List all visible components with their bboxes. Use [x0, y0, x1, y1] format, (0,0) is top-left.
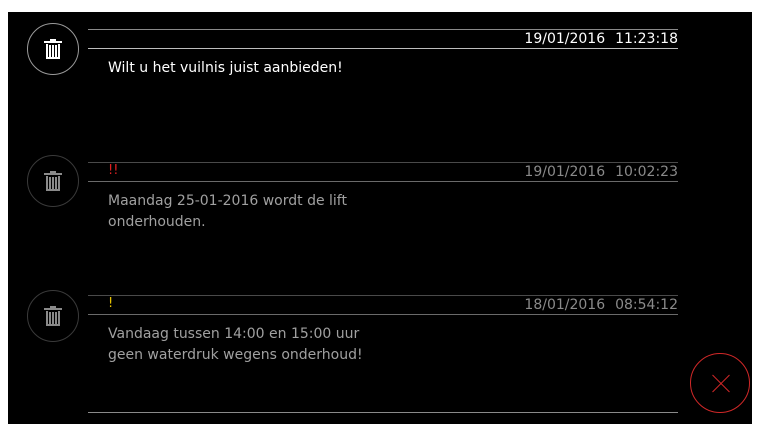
- message-item-1: 19/01/2016 11:23:18 Wilt u het vuilnis ju…: [8, 12, 752, 142]
- message-screen: 19/01/2016 11:23:18 Wilt u het vuilnis ju…: [8, 12, 752, 424]
- priority-indicator: !!: [108, 163, 119, 178]
- divider: [88, 181, 678, 182]
- message-text: Wilt u het vuilnis juist aanbieden!: [108, 58, 428, 79]
- message-text-line: Vandaag tussen 14:00 en 15:00 uur: [108, 326, 360, 342]
- message-date: 19/01/2016: [524, 31, 606, 47]
- message-text: Vandaag tussen 14:00 en 15:00 uur geen w…: [108, 324, 428, 366]
- trash-icon: [44, 306, 62, 326]
- message-text-line: geen waterdruk wegens onderhoud!: [108, 347, 363, 363]
- divider: [88, 48, 678, 49]
- message-item-2: !! 19/01/2016 10:02:23 Maandag 25-01-2016…: [8, 145, 752, 275]
- delete-message-3-button[interactable]: [27, 290, 79, 342]
- trash-icon: [44, 39, 62, 59]
- priority-indicator: !: [108, 296, 114, 311]
- message-timestamp: 18/01/2016 08:54:12: [524, 296, 678, 314]
- trash-icon: [44, 171, 62, 191]
- message-timestamp: 19/01/2016 11:23:18: [524, 30, 678, 48]
- message-item-3: ! 18/01/2016 08:54:12 Vandaag tussen 14:0…: [8, 278, 752, 408]
- divider: [88, 314, 678, 315]
- bottom-divider: [88, 412, 678, 413]
- message-text-line: Maandag 25-01-2016 wordt de lift: [108, 193, 347, 209]
- message-text-line: Wilt u het vuilnis juist aanbieden!: [108, 60, 343, 76]
- message-date: 18/01/2016: [524, 297, 606, 313]
- message-time: 10:02:23: [615, 164, 678, 180]
- message-time: 08:54:12: [615, 297, 678, 313]
- delete-message-2-button[interactable]: [27, 155, 79, 207]
- message-text-line: onderhouden.: [108, 214, 206, 230]
- message-time: 11:23:18: [615, 31, 678, 47]
- message-text: Maandag 25-01-2016 wordt de lift onderho…: [108, 191, 428, 233]
- message-date: 19/01/2016: [524, 164, 606, 180]
- message-timestamp: 19/01/2016 10:02:23: [524, 163, 678, 181]
- close-button[interactable]: [690, 353, 750, 413]
- delete-message-1-button[interactable]: [27, 23, 79, 75]
